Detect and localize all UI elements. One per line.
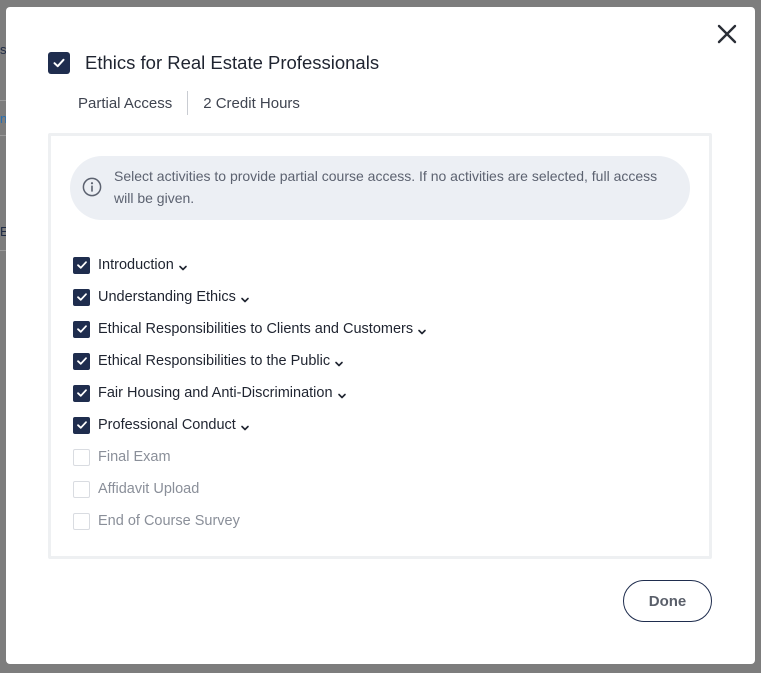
chevron-down-icon[interactable]	[178, 260, 188, 271]
activities-panel: Select activities to provide partial cou…	[48, 133, 712, 559]
activity-label: Ethical Responsibilities to Clients and …	[98, 321, 414, 337]
activity-label: Professional Conduct	[98, 417, 236, 433]
activity-checkbox[interactable]	[73, 416, 90, 434]
activity-label: Final Exam	[98, 449, 171, 465]
activity-checkbox[interactable]	[73, 480, 90, 498]
course-title: Ethics for Real Estate Professionals	[85, 52, 380, 73]
activity-item[interactable]: Ethical Responsibilities to Clients and …	[73, 313, 427, 345]
activity-checkbox[interactable]	[73, 512, 90, 530]
activity-item[interactable]: End of Course Survey	[73, 505, 427, 537]
activity-checkbox[interactable]	[73, 352, 90, 370]
activity-label: End of Course Survey	[98, 513, 240, 529]
checkmark-icon	[53, 58, 65, 68]
checkmark-icon	[76, 357, 87, 365]
chevron-down-icon[interactable]	[334, 356, 344, 367]
info-icon	[82, 177, 102, 197]
info-message: Select activities to provide partial cou…	[114, 168, 658, 206]
close-icon	[717, 24, 737, 44]
activity-item[interactable]: Fair Housing and Anti-Discrimination	[73, 377, 427, 409]
course-meta: Partial Access 2 Credit Hours	[78, 91, 300, 115]
activity-checkbox[interactable]	[73, 320, 90, 338]
activity-item[interactable]: Introduction	[73, 249, 427, 281]
checkmark-icon	[76, 293, 87, 301]
close-button[interactable]	[714, 21, 740, 47]
chevron-down-icon[interactable]	[417, 324, 427, 335]
activity-checkbox[interactable]	[73, 448, 90, 466]
credit-hours-label: 2 Credit Hours	[203, 94, 300, 112]
activity-checkbox[interactable]	[73, 288, 90, 306]
activity-label: Affidavit Upload	[98, 481, 200, 497]
checkmark-icon	[76, 261, 87, 269]
activity-item[interactable]: Understanding Ethics	[73, 281, 427, 313]
course-access-dialog: Ethics for Real Estate Professionals Par…	[6, 7, 755, 664]
activity-item[interactable]: Final Exam	[73, 441, 427, 473]
activity-checkbox[interactable]	[73, 384, 90, 402]
checkmark-icon	[76, 421, 87, 429]
meta-divider	[187, 91, 189, 115]
activity-item[interactable]: Professional Conduct	[73, 409, 427, 441]
course-checkbox[interactable]	[48, 52, 70, 74]
activity-item[interactable]: Affidavit Upload	[73, 473, 427, 505]
chevron-down-icon[interactable]	[240, 292, 250, 303]
info-banner: Select activities to provide partial cou…	[70, 156, 690, 220]
checkmark-icon	[76, 389, 87, 397]
activity-list: Introduction Understanding Ethics Ethical …	[73, 249, 427, 537]
done-button[interactable]: Done	[623, 580, 712, 622]
activity-label: Ethical Responsibilities to the Public	[98, 353, 331, 369]
checkmark-icon	[76, 325, 87, 333]
chevron-down-icon[interactable]	[240, 420, 250, 431]
activity-label: Introduction	[98, 257, 174, 273]
activity-checkbox[interactable]	[73, 256, 90, 274]
activity-label: Understanding Ethics	[98, 289, 236, 305]
chevron-down-icon[interactable]	[337, 388, 347, 399]
access-type-label: Partial Access	[78, 94, 173, 112]
activity-item[interactable]: Ethical Responsibilities to the Public	[73, 345, 427, 377]
activity-label: Fair Housing and Anti-Discrimination	[98, 385, 333, 401]
